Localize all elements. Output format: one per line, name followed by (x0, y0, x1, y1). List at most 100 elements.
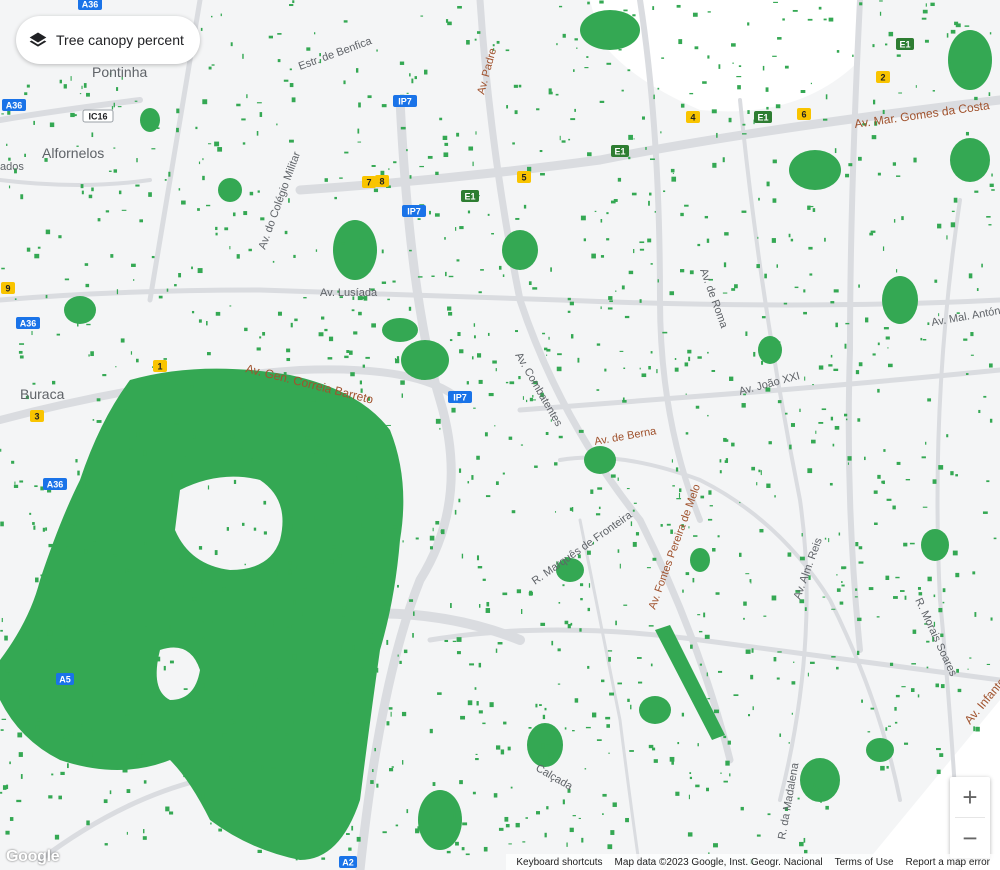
canopy-speck (948, 62, 951, 64)
canopy-speck (888, 31, 894, 37)
canopy-speck (881, 480, 883, 484)
canopy-speck (803, 289, 806, 293)
canopy-speck (207, 143, 212, 145)
canopy-speck (70, 112, 75, 118)
canopy-speck (784, 412, 788, 415)
canopy-speck (715, 592, 720, 595)
canopy-speck (214, 550, 218, 556)
canopy-speck (693, 535, 698, 537)
canopy-speck (625, 817, 629, 823)
canopy-speck (13, 484, 19, 488)
canopy-speck (495, 745, 501, 750)
canopy-speck (205, 733, 210, 736)
canopy-speck (648, 365, 651, 370)
canopy-speck (28, 722, 30, 725)
canopy-speck (495, 368, 497, 372)
canopy-speck (615, 290, 617, 292)
canopy-speck (976, 288, 979, 292)
canopy-speck (822, 118, 828, 121)
canopy-speck (986, 663, 991, 666)
canopy-speck (327, 357, 333, 360)
canopy-speck (435, 171, 439, 176)
zoom-in-button[interactable]: + (950, 777, 990, 817)
layers-button[interactable]: Tree canopy percent (16, 16, 200, 64)
canopy-speck (171, 473, 173, 479)
canopy-speck (812, 384, 814, 386)
canopy-speck (680, 103, 685, 108)
zoom-out-button[interactable]: − (950, 818, 990, 858)
canopy-speck (741, 133, 747, 135)
canopy-speck (127, 569, 132, 572)
google-logo[interactable]: Google (6, 848, 60, 866)
canopy-speck (938, 465, 944, 470)
canopy-speck (586, 56, 589, 58)
canopy-speck (912, 629, 917, 634)
canopy-speck (790, 423, 796, 427)
canopy-speck (722, 292, 728, 294)
canopy-speck (752, 706, 754, 711)
report-map-error-link[interactable]: Report a map error (906, 857, 990, 868)
canopy-speck (594, 210, 597, 213)
canopy-speck (568, 138, 571, 141)
canopy-speck (681, 712, 685, 717)
canopy-speck (676, 498, 682, 500)
canopy-speck (356, 836, 361, 842)
canopy-speck (368, 633, 373, 639)
canopy-speck (713, 843, 718, 848)
canopy-speck (608, 656, 611, 662)
road-shield-label: IC16 (88, 112, 107, 122)
canopy-speck (550, 267, 552, 272)
map-canvas[interactable]: Pontinha Alfornelos Buraca ados Av. Mar.… (0, 0, 1000, 870)
canopy-speck (697, 743, 699, 747)
canopy-speck (202, 158, 204, 161)
canopy-speck (511, 232, 516, 237)
canopy-speck (927, 398, 932, 402)
canopy-speck (542, 714, 546, 720)
canopy-speck (91, 132, 94, 138)
canopy-speck (450, 603, 452, 608)
canopy-speck (338, 532, 340, 535)
canopy-speck (310, 397, 316, 402)
canopy-speck (445, 19, 449, 23)
terms-of-use-link[interactable]: Terms of Use (835, 857, 894, 868)
canopy-speck (913, 157, 917, 163)
canopy-speck (967, 668, 969, 670)
canopy-speck (952, 550, 958, 556)
canopy-speck (353, 331, 358, 335)
canopy-speck (409, 73, 411, 77)
canopy-speck (86, 820, 90, 826)
canopy-speck (390, 711, 392, 717)
canopy-speck (921, 17, 927, 20)
canopy-speck (409, 249, 412, 252)
canopy-speck (343, 80, 346, 85)
canopy-speck (707, 518, 713, 521)
canopy-speck (766, 106, 769, 110)
canopy-speck (858, 156, 862, 161)
canopy-speck (388, 707, 393, 710)
canopy-speck (751, 648, 754, 653)
canopy-speck (818, 787, 824, 792)
canopy-speck (396, 356, 400, 359)
canopy-speck (169, 811, 174, 815)
canopy-speck (197, 208, 200, 211)
canopy-speck (602, 793, 607, 797)
canopy-speck (475, 758, 479, 761)
canopy-speck (367, 271, 371, 273)
canopy-speck (314, 32, 316, 35)
canopy-speck (623, 367, 626, 370)
canopy-speck (963, 338, 968, 341)
canopy-speck (617, 177, 622, 182)
canopy-speck (289, 749, 293, 752)
canopy-speck (324, 178, 328, 182)
canopy-speck (381, 249, 384, 254)
canopy-speck (459, 226, 464, 230)
canopy-speck (934, 279, 938, 283)
canopy-speck (128, 411, 132, 413)
canopy-speck (395, 824, 399, 827)
canopy-speck (592, 712, 597, 718)
canopy-speck (476, 555, 480, 561)
canopy-speck (289, 139, 294, 143)
keyboard-shortcuts-link[interactable]: Keyboard shortcuts (516, 857, 602, 868)
road-shield-label: 5 (521, 173, 526, 183)
canopy-speck (662, 331, 668, 334)
